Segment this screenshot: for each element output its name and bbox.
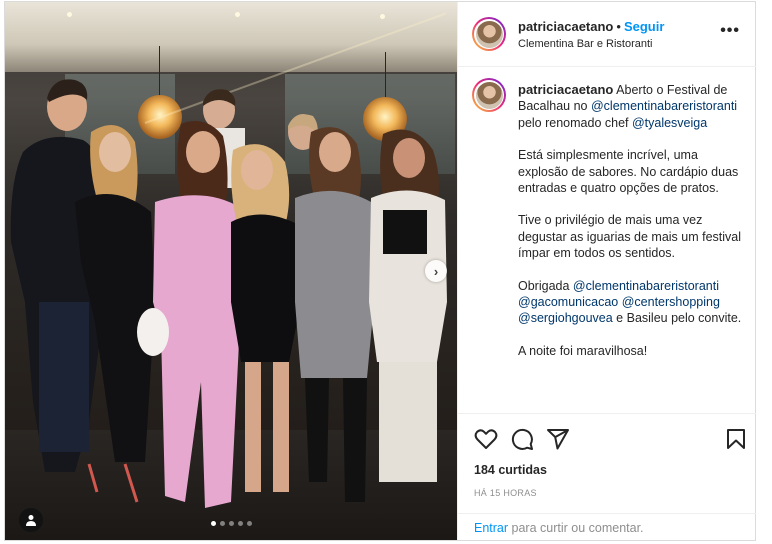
action-bar [458,413,756,459]
carousel-dot [219,521,225,526]
caption-avatar[interactable] [472,78,506,112]
location-link[interactable]: Clementina Bar e Ristoranti [518,38,653,50]
mention-link[interactable]: @gacomunicacao [518,295,618,309]
heart-icon[interactable] [474,427,498,451]
post-caption: patriciacaetano Aberto o Festival de Bac… [518,82,748,375]
caption-text: e Basileu pelo convite. [612,311,742,326]
comment-bar: Entrar para curtir ou comentar. [458,513,756,541]
post-timestamp[interactable]: HÁ 15 HORAS [474,488,537,498]
caption-username[interactable]: patriciacaetano [518,82,613,97]
chevron-right-icon: › [433,263,439,279]
login-link[interactable]: Entrar [474,521,508,535]
group-of-people [10,79,447,508]
caption-text: pelo renomado chef [518,115,632,130]
carousel-dot [246,521,252,526]
mention-link[interactable]: @clementinabareristoranti [591,99,737,113]
comment-icon[interactable] [510,427,534,451]
follow-button[interactable]: Seguir [624,19,664,34]
bookmark-icon[interactable] [724,427,748,451]
post-sidebar: patriciacaetano • Seguir Clementina Bar e … [457,2,756,540]
caption-paragraph: Está simplesmente incrível, uma explosão… [518,148,739,196]
mention-link[interactable]: @tyalesveiga [632,116,707,130]
caption-paragraph: Tive o privilégio de mais uma vez degust… [518,213,742,261]
share-icon[interactable] [546,427,570,451]
user-tag-icon [26,515,36,526]
caption-paragraph: A noite foi maravilhosa! [518,343,648,358]
post-header: patriciacaetano • Seguir Clementina Bar e … [458,2,756,67]
author-avatar[interactable] [472,17,506,51]
carousel-indicator [5,521,457,526]
caption-paragraph: patriciacaetano Aberto o Festival de Bac… [518,82,748,131]
author-username[interactable]: patriciacaetano [518,19,613,34]
caption-area: patriciacaetano Aberto o Festival de Bac… [458,66,756,414]
more-icon[interactable]: ••• [720,22,740,40]
caption-text: Obrigada [518,278,573,293]
instagram-post: › patriciacaetano • Seguir Clementina Bar … [4,1,756,541]
separator: • [616,19,621,34]
carousel-dot [228,521,234,526]
likes-count[interactable]: 184 curtidas [474,463,547,477]
mention-link[interactable]: @sergiohgouvea [518,311,613,325]
mention-link[interactable]: @centershopping [622,295,720,309]
mention-link[interactable]: @clementinabareristoranti [573,279,719,293]
carousel-dot [210,521,216,526]
login-prompt: Entrar para curtir ou comentar. [474,521,644,535]
header-user-line: patriciacaetano • Seguir [518,19,664,34]
caption-paragraph: Obrigada @clementinabareristoranti @gaco… [518,278,748,327]
login-prompt-text: para curtir ou comentar. [508,521,644,535]
carousel-dot [237,521,243,526]
carousel-next-button[interactable]: › [425,260,447,282]
user-tags-button[interactable] [19,508,43,532]
post-photo[interactable]: › [5,2,457,540]
